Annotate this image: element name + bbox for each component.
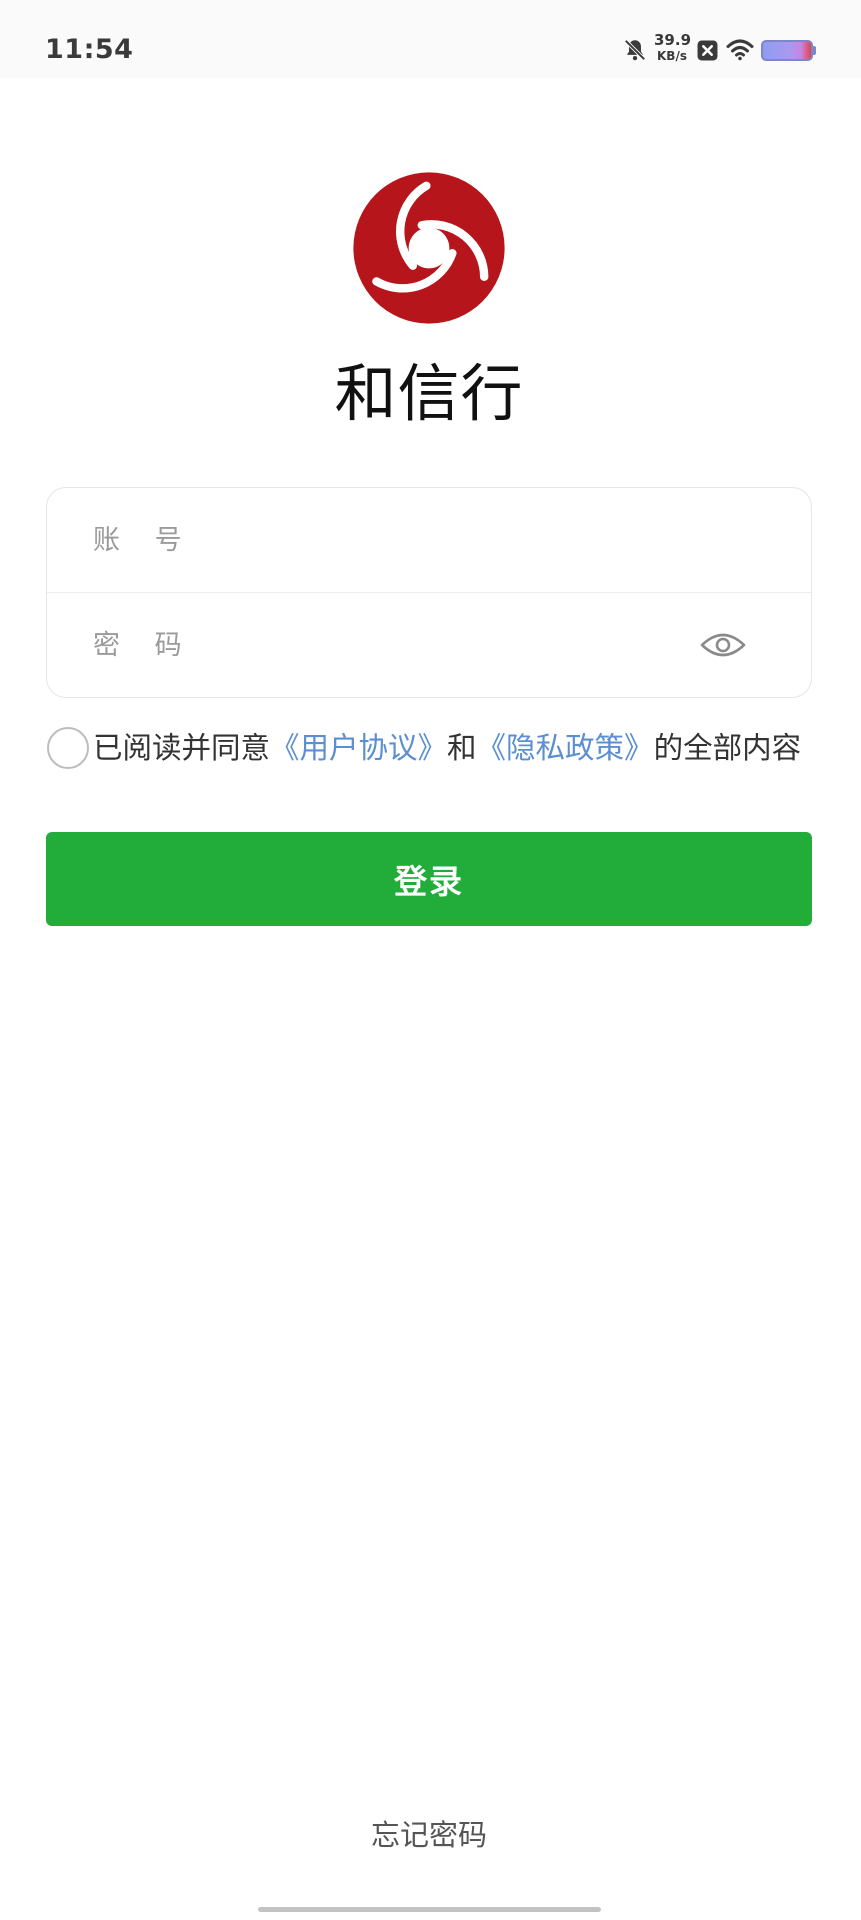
login-button[interactable]: 登录 xyxy=(46,832,812,926)
network-speed: 39.9 KB/s xyxy=(654,31,692,63)
brand-logo xyxy=(353,172,505,324)
agreement-suffix: 的全部内容 xyxy=(653,731,802,765)
agreement-text: 已阅读并同意《用户协议》和《隐私政策》的全部内容 xyxy=(93,729,801,767)
agreement-conjunction: 和 xyxy=(447,731,477,765)
agreement-checkbox[interactable] xyxy=(47,727,89,769)
password-input[interactable] xyxy=(93,620,673,670)
network-speed-unit: KB/s xyxy=(657,49,687,63)
brand-name: 和信行 xyxy=(334,357,524,430)
account-row xyxy=(47,488,811,592)
wifi-icon xyxy=(726,39,754,61)
privacy-policy-link[interactable]: 《隐私政策》 xyxy=(477,731,654,765)
password-row xyxy=(47,593,811,697)
forgot-password-link[interactable]: 忘记密码 xyxy=(279,1816,579,1854)
eye-icon[interactable] xyxy=(699,631,747,659)
home-indicator[interactable] xyxy=(258,1907,601,1912)
status-time: 11:54 xyxy=(45,34,134,65)
battery-cap xyxy=(813,46,816,55)
network-speed-value: 39.9 xyxy=(654,31,692,49)
agreement-prefix: 已阅读并同意 xyxy=(93,731,271,765)
bell-mute-icon xyxy=(624,39,646,61)
account-input[interactable] xyxy=(93,515,693,565)
user-agreement-link[interactable]: 《用户协议》 xyxy=(270,731,447,765)
notification-x-icon xyxy=(697,40,718,61)
login-form-card xyxy=(46,487,812,698)
battery-icon xyxy=(761,40,813,61)
